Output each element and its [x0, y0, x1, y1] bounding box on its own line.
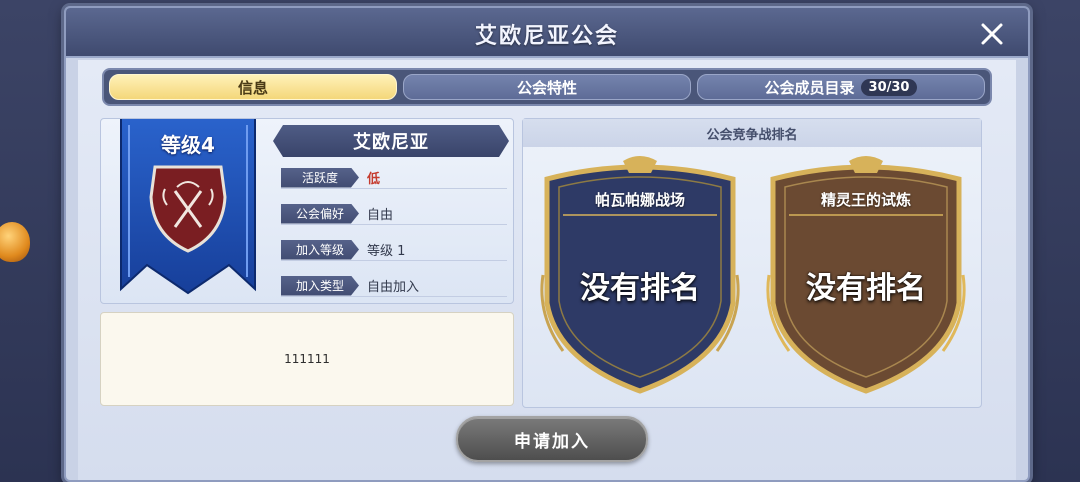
field-row-join-level: 加入等级 等级 1	[281, 239, 507, 261]
tab-guild-traits-label: 公会特性	[516, 78, 577, 97]
guild-level: 等级4	[161, 133, 215, 157]
title-bar: 艾欧尼亚公会	[66, 8, 1028, 58]
window-body: 信息 公会特性 公会成员目录 30/30 等级4 艾欧尼亚 活跃度 低 公会偏好…	[78, 60, 1016, 480]
side-mascot-icon	[0, 222, 30, 262]
tab-member-list[interactable]: 公会成员目录 30/30	[697, 74, 985, 100]
guild-window: 艾欧尼亚公会 信息 公会特性 公会成员目录 30/30 等级4 艾欧尼亚 活跃度…	[64, 6, 1030, 482]
arena-rank: 没有排名	[806, 271, 926, 306]
tab-member-list-label: 公会成员目录	[764, 78, 855, 97]
arena-name: 帕瓦帕娜战场	[594, 191, 685, 209]
guild-notice-text: 111111	[284, 352, 330, 366]
arena-card-elf-king-trial[interactable]: 精灵王的试炼 没有排名	[759, 155, 973, 395]
competition-ranking-panel: 公会竞争战排名 帕瓦帕娜战场 没有排名 精灵王的试炼 没有排名	[522, 118, 982, 408]
tab-info-label: 信息	[237, 78, 268, 97]
apply-join-button[interactable]: 申请加入	[456, 416, 648, 462]
guild-level-banner: 等级4	[115, 119, 261, 295]
close-button[interactable]	[976, 18, 1008, 50]
field-label-preference: 公会偏好	[281, 203, 359, 224]
field-row-join-type: 加入类型 自由加入	[281, 275, 507, 297]
field-value-join-type: 自由加入	[367, 280, 420, 295]
guild-info-card: 等级4 艾欧尼亚 活跃度 低 公会偏好 自由 加入等级 等级 1 加入类型 自由…	[100, 118, 514, 304]
member-count-badge: 30/30	[860, 78, 918, 96]
arena-rank: 没有排名	[580, 271, 700, 306]
field-value-activity: 低	[367, 172, 381, 187]
tab-bar: 信息 公会特性 公会成员目录 30/30	[102, 68, 992, 106]
tab-info[interactable]: 信息	[109, 74, 397, 100]
field-label-join-level: 加入等级	[281, 239, 359, 260]
apply-join-label: 申请加入	[514, 431, 590, 452]
close-icon	[981, 23, 1003, 45]
field-label-join-type: 加入类型	[281, 275, 359, 296]
field-value-preference: 自由	[367, 208, 394, 223]
window-title: 艾欧尼亚公会	[474, 24, 619, 49]
tab-guild-traits[interactable]: 公会特性	[403, 74, 691, 100]
field-label-activity: 活跃度	[281, 167, 359, 188]
arena-name: 精灵王的试炼	[820, 191, 911, 209]
guild-name: 艾欧尼亚	[273, 125, 509, 157]
field-row-preference: 公会偏好 自由	[281, 203, 507, 225]
guild-notice: 111111	[100, 312, 514, 406]
field-value-join-level: 等级 1	[367, 244, 406, 259]
field-row-activity: 活跃度 低	[281, 167, 507, 189]
ranking-title: 公会竞争战排名	[523, 119, 981, 147]
arena-card-pavapana[interactable]: 帕瓦帕娜战场 没有排名	[533, 155, 747, 395]
